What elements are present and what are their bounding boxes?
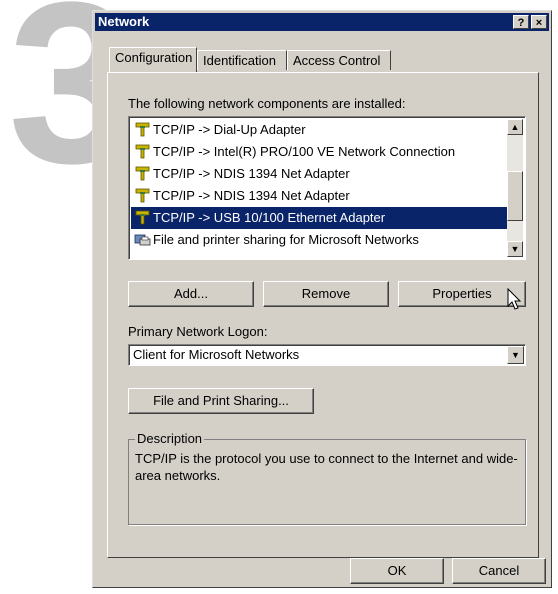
list-item-label: TCP/IP -> Dial-Up Adapter [153,122,306,137]
components-listbox[interactable]: TCP/IP -> Dial-Up Adapter TCP/IP -> Intel… [128,116,526,260]
title-bar: Network ? × [95,13,549,31]
mouse-pointer-icon [507,288,522,310]
scroll-up-icon[interactable]: ▲ [507,119,523,135]
tab-identification[interactable]: Identification [197,50,287,70]
network-protocol-icon [134,165,151,182]
list-item-label: File and printer sharing for Microsoft N… [153,232,419,247]
primary-logon-label: Primary Network Logon: [128,324,268,339]
tab-configuration[interactable]: Configuration [109,47,197,72]
close-button[interactable]: × [531,15,547,29]
description-text: TCP/IP is the protocol you use to connec… [135,451,518,483]
list-item[interactable]: TCP/IP -> Dial-Up Adapter [131,119,507,141]
list-item[interactable]: TCP/IP -> Intel(R) PRO/100 VE Network Co… [131,141,507,163]
network-protocol-icon [134,121,151,138]
list-item-label: TCP/IP -> NDIS 1394 Net Adapter [153,166,350,181]
scroll-down-icon[interactable]: ▼ [507,241,523,257]
file-print-sharing-button[interactable]: File and Print Sharing... [128,388,314,414]
tab-access-control[interactable]: Access Control [287,50,391,70]
chevron-down-icon[interactable]: ▼ [507,346,524,364]
list-item[interactable]: TCP/IP -> USB 10/100 Ethernet Adapter [131,207,507,229]
help-button[interactable]: ? [513,15,529,29]
list-item-label: TCP/IP -> USB 10/100 Ethernet Adapter [153,210,386,225]
list-item-label: TCP/IP -> Intel(R) PRO/100 VE Network Co… [153,144,456,159]
vertical-scrollbar[interactable]: ▲ ▼ [507,119,523,257]
window-title: Network [98,14,150,29]
list-item[interactable]: TCP/IP -> NDIS 1394 Net Adapter [131,163,507,185]
primary-logon-select[interactable]: Client for Microsoft Networks ▼ [128,344,526,366]
list-item-label: TCP/IP -> NDIS 1394 Net Adapter [153,188,350,203]
description-legend: Description [135,431,205,446]
list-item[interactable]: TCP/IP -> NDIS 1394 Net Adapter [131,185,507,207]
ok-button[interactable]: OK [350,558,444,584]
scroll-thumb[interactable] [507,171,523,221]
add-button[interactable]: Add... [128,281,254,307]
primary-logon-value: Client for Microsoft Networks [133,347,300,362]
file-printer-sharing-icon [134,231,151,248]
components-label: The following network components are ins… [128,96,406,111]
network-protocol-icon [134,209,151,226]
network-protocol-icon [134,143,151,160]
cancel-button[interactable]: Cancel [452,558,546,584]
description-group: Description TCP/IP is the protocol you u… [128,431,526,525]
components-list: TCP/IP -> Dial-Up Adapter TCP/IP -> Intel… [131,119,507,251]
list-item[interactable]: File and printer sharing for Microsoft N… [131,229,507,251]
remove-button[interactable]: Remove [263,281,389,307]
network-protocol-icon [134,187,151,204]
